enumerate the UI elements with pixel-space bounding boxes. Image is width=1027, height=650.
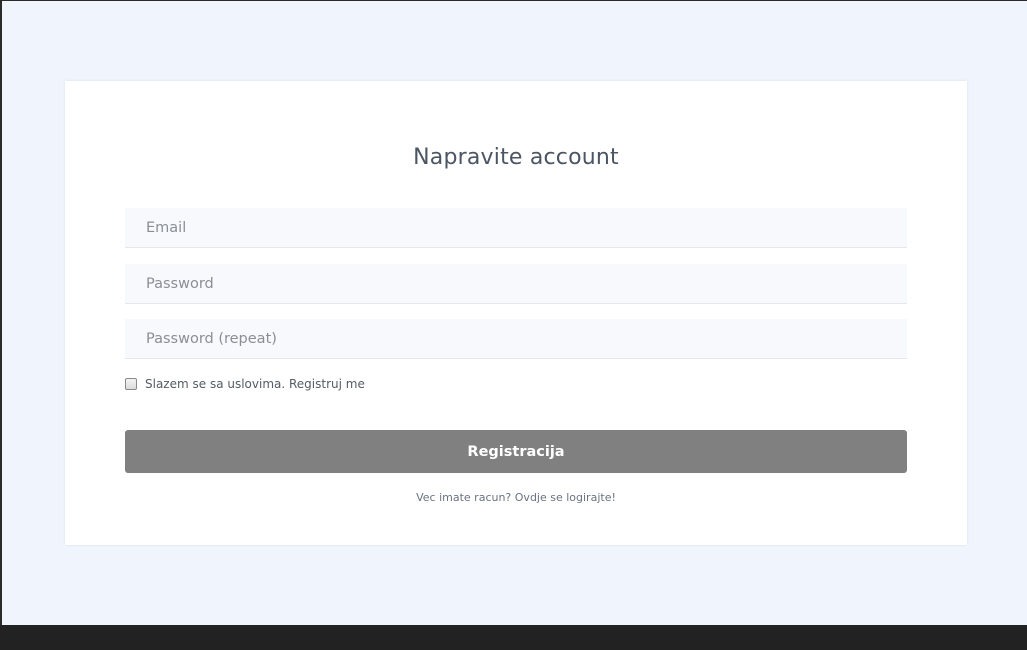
terms-label[interactable]: Slazem se sa uslovima. Registruj me xyxy=(145,377,365,391)
password-field[interactable] xyxy=(125,264,907,304)
page-viewport: Napravite account Slazem se sa uslovima.… xyxy=(2,1,1027,625)
password-repeat-field[interactable] xyxy=(125,319,907,359)
page-title: Napravite account xyxy=(413,145,619,170)
terms-checkbox[interactable] xyxy=(125,378,137,390)
login-link[interactable]: Vec imate racun? Ovdje se logirajte! xyxy=(65,491,967,504)
terms-row: Slazem se sa uslovima. Registruj me xyxy=(125,376,365,392)
registration-card: Napravite account Slazem se sa uslovima.… xyxy=(65,81,967,545)
bottom-bar xyxy=(0,625,1027,650)
register-button[interactable]: Registracija xyxy=(125,430,907,473)
email-field[interactable] xyxy=(125,208,907,248)
